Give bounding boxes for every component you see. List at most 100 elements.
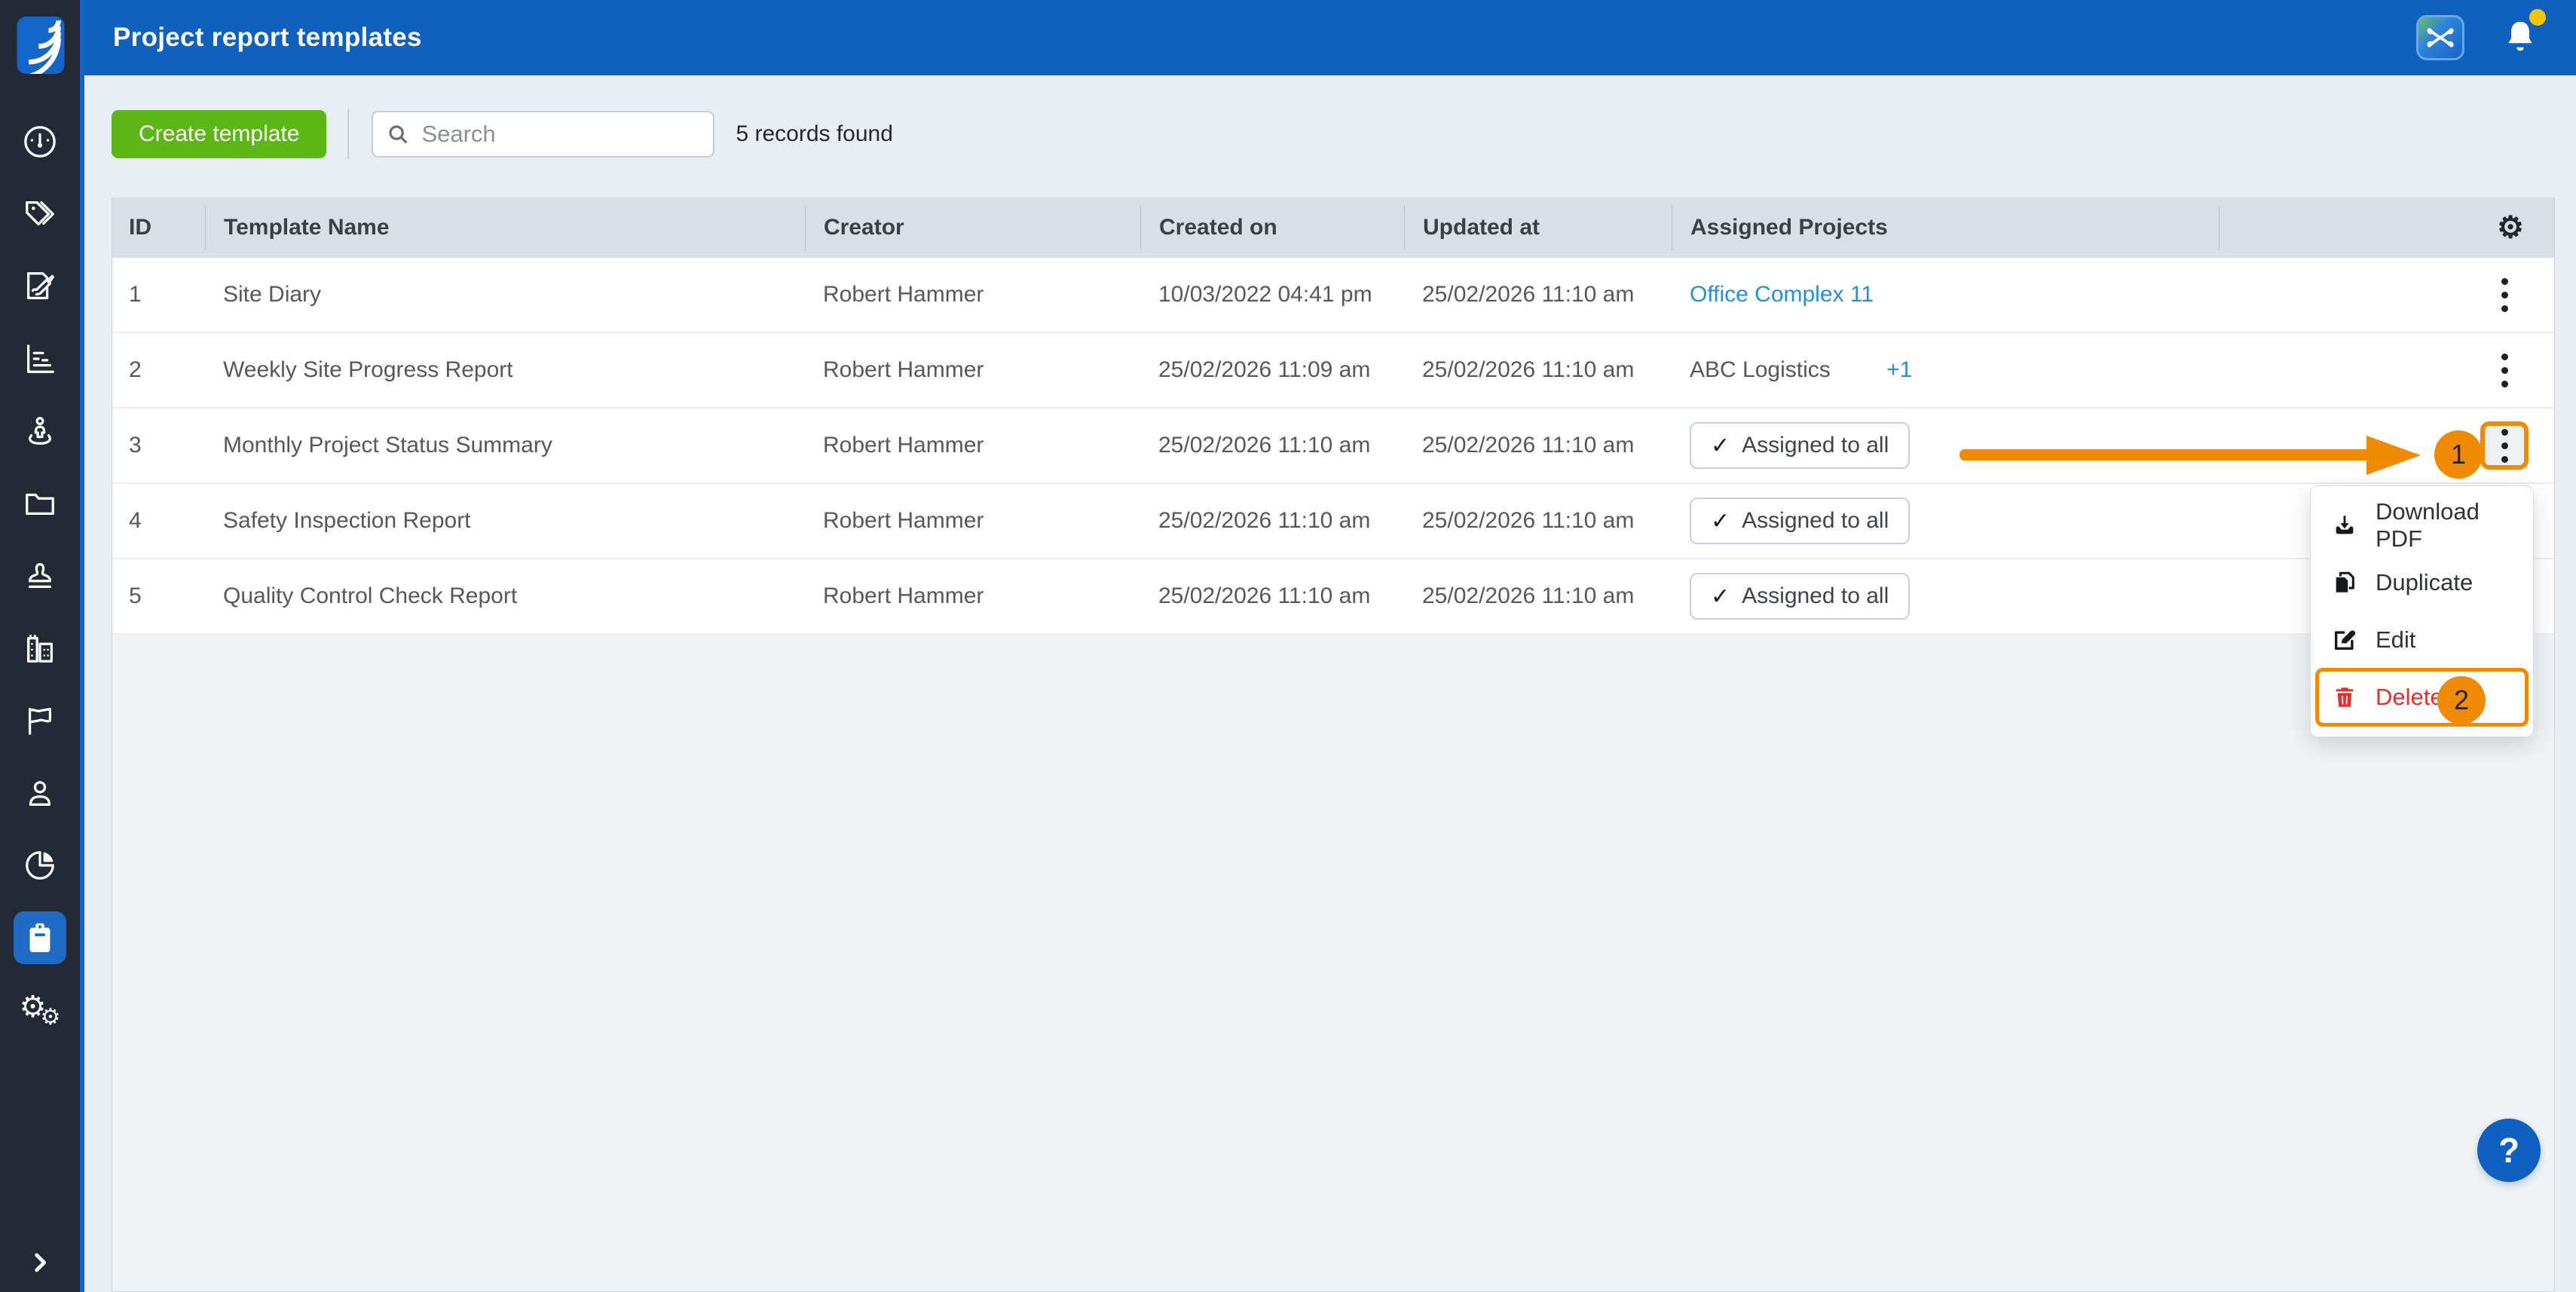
menu-item-label: Download PDF <box>2376 498 2512 553</box>
sidebar-item-reports[interactable] <box>0 323 80 395</box>
sidebar-item-analytics[interactable] <box>0 829 80 902</box>
assigned-project-text: ABC Logistics <box>1690 357 1831 382</box>
search-input[interactable] <box>421 121 699 148</box>
cell-creator: Robert Hammer <box>805 282 1140 308</box>
trash-icon <box>2332 684 2357 710</box>
active-item-highlight <box>14 911 66 964</box>
help-button[interactable]: ? <box>2477 1119 2541 1182</box>
document-edit-icon <box>23 269 57 304</box>
toolbar-divider <box>347 109 349 159</box>
sidebar-item-tags[interactable] <box>0 178 80 250</box>
pie-chart-icon <box>23 848 57 883</box>
app-switcher-button[interactable] <box>2416 15 2464 60</box>
cell-template-name: Monthly Project Status Summary <box>205 433 805 458</box>
row-actions-kebab-button[interactable] <box>2480 346 2529 394</box>
assigned-projects-more-link[interactable]: +1 <box>1886 357 1912 382</box>
sidebar-item-users[interactable] <box>0 757 80 829</box>
menu-item-delete[interactable]: Delete <box>2311 669 2533 726</box>
sidebar-item-report-templates[interactable] <box>0 902 80 974</box>
assigned-to-all-badge: ✓ Assigned to all <box>1690 422 1910 469</box>
assigned-to-all-badge: ✓ Assigned to all <box>1690 498 1910 544</box>
bar-chart-icon <box>23 341 57 376</box>
table-row: 4 Safety Inspection Report Robert Hammer… <box>112 484 2554 559</box>
sidebar-item-dashboard[interactable] <box>0 106 80 178</box>
notification-badge <box>2529 9 2546 26</box>
create-template-button[interactable]: Create template <box>112 110 326 158</box>
badge-label: Assigned to all <box>1742 508 1889 534</box>
sidebar: ⚙⚙ <box>0 0 84 1292</box>
notifications-button[interactable] <box>2504 18 2538 57</box>
menu-item-download-pdf[interactable]: Download PDF <box>2311 497 2533 554</box>
column-header-actions: ⚙ <box>2219 206 2554 250</box>
assigned-project-link[interactable]: Office Complex 11 <box>1690 282 1874 307</box>
cell-created-on: 25/02/2026 11:10 am <box>1140 433 1404 458</box>
sidebar-item-documents[interactable] <box>0 467 80 540</box>
duplicate-icon <box>2332 570 2357 595</box>
cell-id: 5 <box>112 583 205 609</box>
records-found-text: 5 records found <box>736 121 892 147</box>
menu-item-edit[interactable]: Edit <box>2311 611 2533 669</box>
tags-icon <box>23 197 57 231</box>
sidebar-item-approvals[interactable] <box>0 540 80 612</box>
stamp-icon <box>23 559 57 593</box>
cell-template-name: Weekly Site Progress Report <box>205 357 805 383</box>
buildings-icon <box>23 631 57 666</box>
table-row: 5 Quality Control Check Report Robert Ha… <box>112 559 2554 635</box>
table-row: 2 Weekly Site Progress Report Robert Ham… <box>112 333 2554 409</box>
sidebar-item-settings[interactable]: ⚙⚙ <box>0 974 80 1046</box>
app-switcher-icon <box>2425 25 2455 51</box>
column-header-updated-at[interactable]: Updated at <box>1404 206 1672 250</box>
cell-updated-at: 25/02/2026 11:10 am <box>1404 357 1672 383</box>
templates-table-card: ID Template Name Creator Created on Upda… <box>112 197 2555 1292</box>
row-actions-kebab-button[interactable] <box>2480 271 2529 319</box>
column-header-id[interactable]: ID <box>112 206 205 250</box>
search-icon <box>387 123 409 145</box>
question-mark-icon: ? <box>2498 1130 2519 1171</box>
cell-created-on: 25/02/2026 11:10 am <box>1140 583 1404 609</box>
menu-item-label: Edit <box>2376 626 2415 654</box>
clipboard-icon <box>23 920 57 955</box>
person-pin-icon <box>23 414 57 449</box>
assigned-to-all-badge: ✓ Assigned to all <box>1690 573 1910 620</box>
column-settings-gear-icon[interactable]: ⚙ <box>2497 213 2524 243</box>
cell-template-name: Safety Inspection Report <box>205 508 805 534</box>
cell-updated-at: 25/02/2026 11:10 am <box>1404 508 1672 534</box>
search-box <box>372 111 714 158</box>
cell-creator: Robert Hammer <box>805 583 1140 609</box>
menu-item-duplicate[interactable]: Duplicate <box>2311 554 2533 611</box>
cell-created-on: 25/02/2026 11:09 am <box>1140 357 1404 383</box>
column-header-created-on[interactable]: Created on <box>1140 206 1404 250</box>
cell-id: 1 <box>112 282 205 308</box>
cell-template-name: Quality Control Check Report <box>205 583 805 609</box>
check-icon: ✓ <box>1711 433 1730 459</box>
cell-id: 3 <box>112 433 205 458</box>
check-icon: ✓ <box>1711 583 1730 610</box>
sidebar-item-site-location[interactable] <box>0 395 80 467</box>
row-actions-kebab-button-highlighted[interactable] <box>2480 421 2529 470</box>
row-actions-dropdown-menu: Download PDF Duplicate Edit Delete <box>2310 485 2534 737</box>
column-header-assigned-projects[interactable]: Assigned Projects <box>1672 206 2219 250</box>
annotation-step-2: 2 <box>2437 676 2486 724</box>
check-icon: ✓ <box>1711 508 1730 534</box>
column-header-creator[interactable]: Creator <box>805 206 1140 250</box>
sidebar-item-milestones[interactable] <box>0 684 80 757</box>
cell-creator: Robert Hammer <box>805 433 1140 458</box>
main-content: Create template 5 records found ID Templ… <box>89 75 2576 1292</box>
cell-created-on: 10/03/2022 04:41 pm <box>1140 282 1404 308</box>
download-icon <box>2332 513 2357 538</box>
annotation-step-1: 1 <box>2434 430 2483 479</box>
cell-updated-at: 25/02/2026 11:10 am <box>1404 433 1672 458</box>
menu-item-label: Delete <box>2376 684 2443 711</box>
badge-label: Assigned to all <box>1742 583 1889 609</box>
folder-icon <box>23 486 57 521</box>
sidebar-expand-button[interactable] <box>0 1250 80 1275</box>
table-row: 1 Site Diary Robert Hammer 10/03/2022 04… <box>112 258 2554 333</box>
sidebar-item-companies[interactable] <box>0 612 80 684</box>
chevron-right-icon <box>27 1250 53 1275</box>
person-icon <box>23 776 57 810</box>
app-logo[interactable] <box>17 17 65 74</box>
sidebar-item-site-diary[interactable] <box>0 250 80 323</box>
page-title: Project report templates <box>113 23 422 53</box>
flag-icon <box>23 703 57 738</box>
column-header-template-name[interactable]: Template Name <box>205 206 805 250</box>
